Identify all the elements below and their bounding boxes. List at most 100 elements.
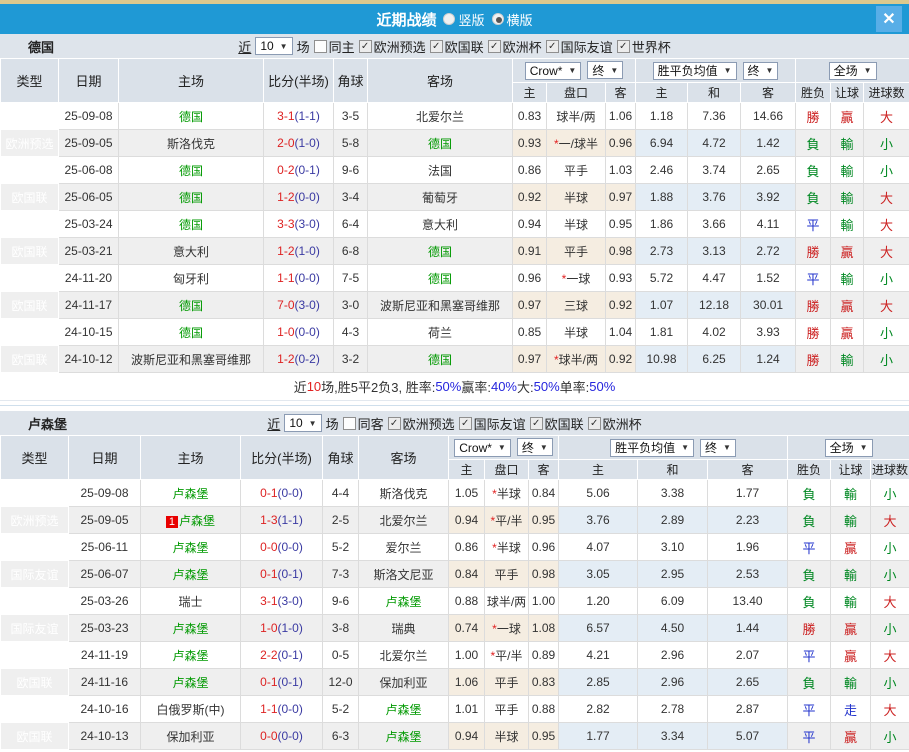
header-select[interactable]: 终▼ — [743, 62, 779, 80]
match-count-select[interactable]: 10▼ — [284, 414, 321, 432]
table-row: 国际友谊25-03-26瑞士3-1(3-0)9-6卢森堡0.88球半/两1.00… — [1, 588, 909, 615]
winlose-result-cell: 負 — [788, 669, 831, 696]
odds-away-cell: 0.95 — [529, 507, 559, 534]
column-header: 比分(半场) — [264, 59, 334, 103]
close-button[interactable]: ✕ — [876, 6, 902, 32]
home-team-cell: 匈牙利 — [119, 265, 264, 292]
competition-checkbox[interactable]: ✓欧洲预选 — [388, 414, 455, 433]
header-select[interactable]: 终▼ — [700, 439, 736, 457]
header-select[interactable]: 终▼ — [587, 61, 623, 79]
competition-checkbox[interactable]: ✓欧洲杯 — [588, 414, 642, 433]
corner-cell: 2-5 — [323, 507, 359, 534]
halftime-score: (0-0) — [278, 702, 303, 716]
corner-cell: 4-3 — [334, 319, 368, 346]
recent-link[interactable]: 近 — [267, 414, 280, 433]
mean-home-cell: 1.20 — [559, 588, 638, 615]
competition-checkbox[interactable]: ✓世界杯 — [617, 37, 671, 56]
titlebar-center: 近期战绩 竖版 横版 — [376, 9, 532, 30]
odds-home-cell: 0.97 — [513, 292, 547, 319]
fulltime-score: 1-2 — [277, 352, 294, 366]
halftime-score: (1-1) — [295, 109, 320, 123]
score-cell: 7-0(3-0) — [264, 292, 334, 319]
home-team-name: 白俄罗斯(中) — [157, 703, 225, 717]
sub-column-header: 和 — [638, 460, 708, 480]
dropdown-arrow-icon: ▼ — [724, 66, 732, 75]
mean-away-cell: 1.77 — [708, 480, 788, 507]
away-team-name: 斯洛文尼亚 — [373, 568, 433, 582]
away-team-name: 北爱尔兰 — [416, 110, 464, 124]
match-type-cell: 欧国联 — [1, 669, 69, 696]
competition-label: 欧国联 — [545, 414, 584, 433]
mean-draw-cell: 3.76 — [688, 184, 741, 211]
competition-checkbox[interactable]: ✓欧国联 — [430, 37, 484, 56]
layout-vertical-radio[interactable]: 竖版 — [443, 10, 484, 29]
mean-home-cell: 10.98 — [636, 346, 688, 373]
competition-checkbox[interactable]: ✓国际友谊 — [546, 37, 613, 56]
layout-horizontal-radio[interactable]: 横版 — [492, 10, 533, 29]
score-cell: 3-1(1-1) — [264, 103, 334, 130]
corner-cell: 3-8 — [323, 615, 359, 642]
handicap-result-cell: 輸 — [831, 561, 871, 588]
handicap-result-cell: 贏 — [831, 534, 871, 561]
competition-label: 世界杯 — [632, 37, 671, 56]
match-count-select[interactable]: 10▼ — [255, 37, 292, 55]
match-type-cell: 欧国联 — [1, 346, 59, 373]
handicap-cell: 球半/两 — [547, 103, 606, 130]
column-header: 主场 — [141, 436, 241, 480]
mean-home-cell: 4.21 — [559, 642, 638, 669]
winlose-result-cell: 平 — [788, 723, 831, 750]
header-select[interactable]: 胜平负均值▼ — [653, 62, 737, 80]
competition-checkbox[interactable]: ✓国际友谊 — [459, 414, 526, 433]
same-venue-checkbox[interactable]: 同主 — [314, 37, 355, 56]
mean-away-cell: 4.11 — [741, 211, 796, 238]
recent-link[interactable]: 近 — [238, 37, 251, 56]
date-cell: 24-10-16 — [69, 696, 141, 723]
goals-result-cell: 大 — [864, 292, 909, 319]
away-team-name: 斯洛伐克 — [379, 487, 427, 501]
matches-label: 场 — [326, 414, 339, 433]
winlose-result-cell: 負 — [788, 588, 831, 615]
home-team-cell: 德国 — [119, 211, 264, 238]
away-team-name: 保加利亚 — [379, 676, 427, 690]
date-cell: 25-09-05 — [59, 130, 119, 157]
home-team-cell: 意大利 — [119, 238, 264, 265]
mean-draw-cell: 4.47 — [688, 265, 741, 292]
competition-checkbox[interactable]: ✓欧洲预选 — [359, 37, 426, 56]
fulltime-score: 2-0 — [277, 136, 294, 150]
header-select[interactable]: Crow*▼ — [525, 62, 582, 80]
mean-draw-cell: 6.25 — [688, 346, 741, 373]
mean-draw-cell: 2.89 — [638, 507, 708, 534]
header-select[interactable]: 终▼ — [517, 438, 553, 456]
match-type-cell: 欧国联 — [1, 723, 69, 750]
winlose-result-cell: 負 — [796, 157, 831, 184]
handicap-star: * — [490, 649, 495, 663]
match-count-value: 10 — [289, 416, 302, 430]
competition-checkbox[interactable]: ✓欧洲杯 — [488, 37, 542, 56]
sub-column-header: 进球数 — [864, 83, 909, 103]
column-header: 角球 — [323, 436, 359, 480]
mean-home-cell: 1.77 — [559, 723, 638, 750]
header-select[interactable]: Crow*▼ — [454, 439, 511, 457]
mean-home-cell: 2.82 — [559, 696, 638, 723]
same-venue-checkbox[interactable]: 同客 — [343, 414, 384, 433]
header-select[interactable]: 全场▼ — [825, 439, 873, 457]
radio-unchecked-icon — [443, 13, 455, 25]
winlose-result-cell: 勝 — [796, 319, 831, 346]
competition-checkbox[interactable]: ✓欧国联 — [530, 414, 584, 433]
fulltime-score: 1-2 — [277, 190, 294, 204]
summary-line: 近10场,胜5平2负3, 胜率:50% 赢率:40% 大:50% 单率:50% — [0, 373, 909, 401]
mean-away-cell: 3.92 — [741, 184, 796, 211]
away-team-name: 葡萄牙 — [422, 191, 458, 205]
away-team-cell: 德国 — [368, 346, 513, 373]
match-type-cell: 欧国联 — [1, 238, 59, 265]
fulltime-score: 1-0 — [277, 325, 294, 339]
date-cell: 25-09-05 — [69, 507, 141, 534]
handicap-cell: *一/球半 — [547, 130, 606, 157]
header-select-group: 全场▼ — [788, 436, 909, 460]
header-select[interactable]: 全场▼ — [829, 62, 877, 80]
away-team-cell: 保加利亚 — [359, 669, 449, 696]
header-select-value: 胜平负均值 — [615, 439, 675, 456]
header-select[interactable]: 胜平负均值▼ — [610, 439, 694, 457]
away-team-cell: 爱尔兰 — [359, 534, 449, 561]
corner-cell: 0-5 — [323, 642, 359, 669]
